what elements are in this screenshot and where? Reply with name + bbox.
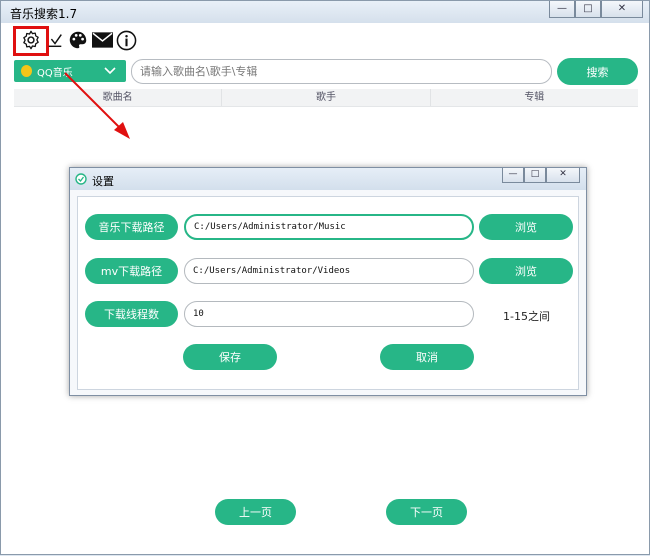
column-header-album[interactable]: 专辑: [431, 89, 638, 106]
source-select[interactable]: QQ音乐: [14, 60, 126, 82]
source-select-label: QQ音乐: [37, 68, 73, 79]
column-header-song[interactable]: 歌曲名: [14, 89, 223, 106]
app-title: 音乐搜索1.7: [10, 7, 78, 21]
threads-label[interactable]: 下载线程数: [85, 301, 178, 327]
mv-path-label[interactable]: mv下载路径: [85, 258, 178, 284]
prev-page-button[interactable]: 上一页: [215, 499, 296, 525]
info-icon[interactable]: [114, 28, 138, 52]
next-page-button[interactable]: 下一页: [386, 499, 467, 525]
search-button[interactable]: 搜索: [557, 58, 638, 85]
window-controls: — □ ✕: [549, 1, 643, 18]
close-button[interactable]: ✕: [601, 1, 643, 18]
app-logo-icon: [75, 173, 87, 185]
app-window: 音乐搜索1.7 — □ ✕ QQ音乐 请输入歌曲名\歌手\专辑 搜索 歌曲名 歌…: [0, 0, 650, 555]
column-header-artist[interactable]: 歌手: [222, 89, 431, 106]
toolbar: [11, 26, 211, 56]
dialog-body: 音乐下载路径 浏览 mv下载路径 浏览 下载线程数 1-15之间 保存 取消: [77, 196, 579, 390]
dialog-close-button[interactable]: ✕: [546, 168, 580, 183]
music-path-input[interactable]: [184, 214, 474, 240]
results-header: 歌曲名 歌手 专辑: [14, 89, 638, 107]
chevron-down-icon: [104, 62, 116, 81]
search-row: QQ音乐 搜索: [1, 58, 649, 86]
gear-icon[interactable]: [19, 28, 43, 52]
dialog-maximize-button[interactable]: □: [524, 168, 546, 183]
threads-range-note: 1-15之间: [503, 310, 550, 323]
dialog-title-bar: 设置 — □ ✕: [70, 168, 586, 190]
qq-music-icon: [21, 65, 32, 77]
title-bar: 音乐搜索1.7 — □ ✕: [1, 1, 649, 23]
maximize-button[interactable]: □: [575, 1, 601, 18]
dialog-title: 设置: [92, 175, 114, 188]
threads-input[interactable]: [184, 301, 474, 327]
music-path-label[interactable]: 音乐下载路径: [85, 214, 178, 240]
cancel-button[interactable]: 取消: [380, 344, 474, 370]
settings-dialog: 设置 — □ ✕ 音乐下载路径 浏览 mv下载路径 浏览 下载线程数 1-15之…: [69, 167, 587, 396]
save-button[interactable]: 保存: [183, 344, 277, 370]
mail-icon[interactable]: [90, 28, 114, 52]
dialog-minimize-button[interactable]: —: [502, 168, 524, 183]
palette-icon[interactable]: [66, 28, 90, 52]
dialog-window-controls: — □ ✕: [502, 168, 580, 183]
download-icon[interactable]: [43, 28, 67, 52]
minimize-button[interactable]: —: [549, 1, 575, 18]
mv-browse-button[interactable]: 浏览: [479, 258, 573, 284]
mv-path-input[interactable]: [184, 258, 474, 284]
music-browse-button[interactable]: 浏览: [479, 214, 573, 240]
search-input[interactable]: [131, 59, 552, 84]
